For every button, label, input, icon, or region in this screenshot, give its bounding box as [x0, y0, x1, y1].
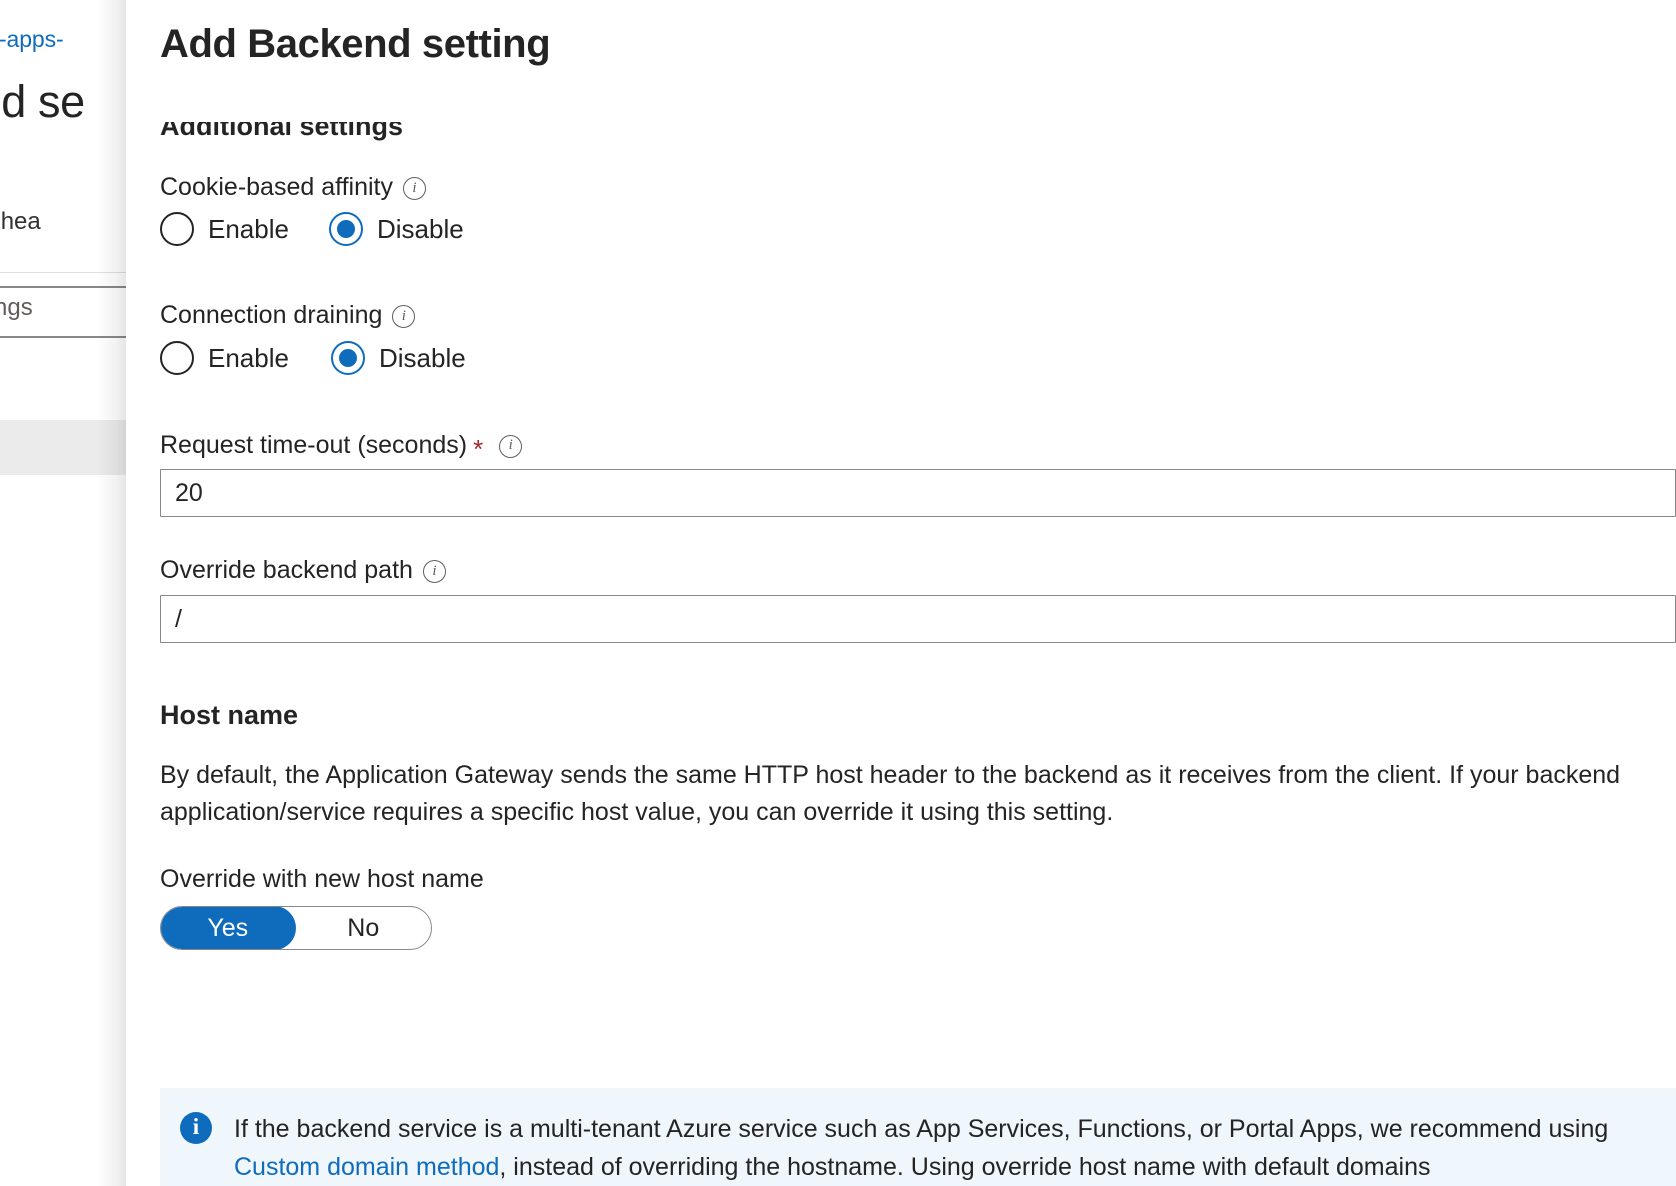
page-title: Add Backend setting	[160, 22, 551, 66]
divider	[0, 272, 126, 273]
request-timeout-input[interactable]: 20	[160, 469, 1676, 517]
cookie-affinity-radio-group: Enable Disable	[160, 212, 464, 246]
info-icon[interactable]: i	[392, 305, 416, 328]
table-row[interactable]	[0, 420, 126, 475]
info-icon[interactable]: i	[403, 177, 427, 200]
override-backend-path-label: Override backend path i	[160, 558, 446, 583]
info-banner: i If the backend service is a multi-tena…	[160, 1088, 1676, 1186]
cookie-affinity-label-text: Cookie-based affinity	[160, 173, 394, 201]
radio-circle-icon	[160, 341, 194, 375]
radio-label: Enable	[208, 342, 289, 373]
background-nav-item[interactable]: ckend hea	[0, 208, 41, 236]
panel-scroll-body: Additional settings Cookie-based affinit…	[126, 0, 1676, 1186]
add-backend-setting-panel: Additional settings Cookie-based affinit…	[126, 0, 1676, 1186]
toggle-option-yes[interactable]: Yes	[161, 907, 296, 949]
screen-root: ner-apps- end se ckend hea d settings Ad…	[0, 0, 1676, 1186]
radio-circle-selected-icon	[330, 341, 365, 375]
background-page-title: end se	[0, 76, 85, 127]
background-blade: ner-apps- end se ckend hea d settings	[0, 0, 126, 1186]
radio-circle-icon	[160, 212, 194, 246]
cookie-affinity-option-enable[interactable]: Enable	[160, 212, 289, 246]
divider	[0, 286, 126, 288]
breadcrumb-link[interactable]: ner-apps-	[0, 26, 64, 53]
connection-draining-label: Connection draining i	[160, 301, 416, 329]
override-backend-path-label-text: Override backend path	[160, 556, 413, 584]
info-icon[interactable]: i	[499, 434, 523, 458]
override-backend-path-input[interactable]: /	[160, 595, 1676, 643]
radio-label: Enable	[208, 213, 289, 244]
radio-label: Disable	[376, 213, 464, 244]
radio-label: Disable	[378, 342, 466, 373]
info-icon[interactable]: i	[422, 560, 446, 583]
toggle-option-no[interactable]: No	[296, 907, 432, 949]
request-timeout-label: Request time-out (seconds) * i	[160, 430, 523, 462]
banner-text-before-link: If the backend service is a multi-tenant…	[234, 1115, 1609, 1143]
host-name-description: By default, the Application Gateway send…	[160, 761, 1621, 826]
divider	[0, 336, 126, 338]
override-host-name-toggle[interactable]: Yes No	[160, 906, 432, 950]
connection-draining-label-text: Connection draining	[160, 301, 383, 329]
custom-domain-method-link[interactable]: Custom domain method	[234, 1153, 499, 1181]
connection-draining-radio-group: Enable Disable	[160, 341, 466, 375]
connection-draining-option-disable[interactable]: Disable	[330, 341, 466, 375]
radio-circle-selected-icon	[328, 212, 363, 246]
info-filled-icon: i	[180, 1112, 212, 1144]
request-timeout-label-text: Request time-out (seconds)	[160, 430, 468, 459]
connection-draining-option-enable[interactable]: Enable	[160, 341, 289, 375]
background-tab-label[interactable]: d settings	[0, 294, 33, 322]
banner-text-after-link: , instead of overriding the hostname. Us…	[499, 1153, 1431, 1181]
panel-header: Add Backend setting	[126, 0, 1676, 122]
info-banner-text: If the backend service is a multi-tenant…	[234, 1110, 1656, 1186]
required-asterisk: *	[473, 434, 484, 464]
cookie-affinity-label: Cookie-based affinity i	[160, 173, 427, 201]
override-host-name-label: Override with new host name	[160, 865, 484, 893]
host-name-heading: Host name	[160, 700, 299, 730]
cookie-affinity-option-disable[interactable]: Disable	[328, 212, 464, 246]
